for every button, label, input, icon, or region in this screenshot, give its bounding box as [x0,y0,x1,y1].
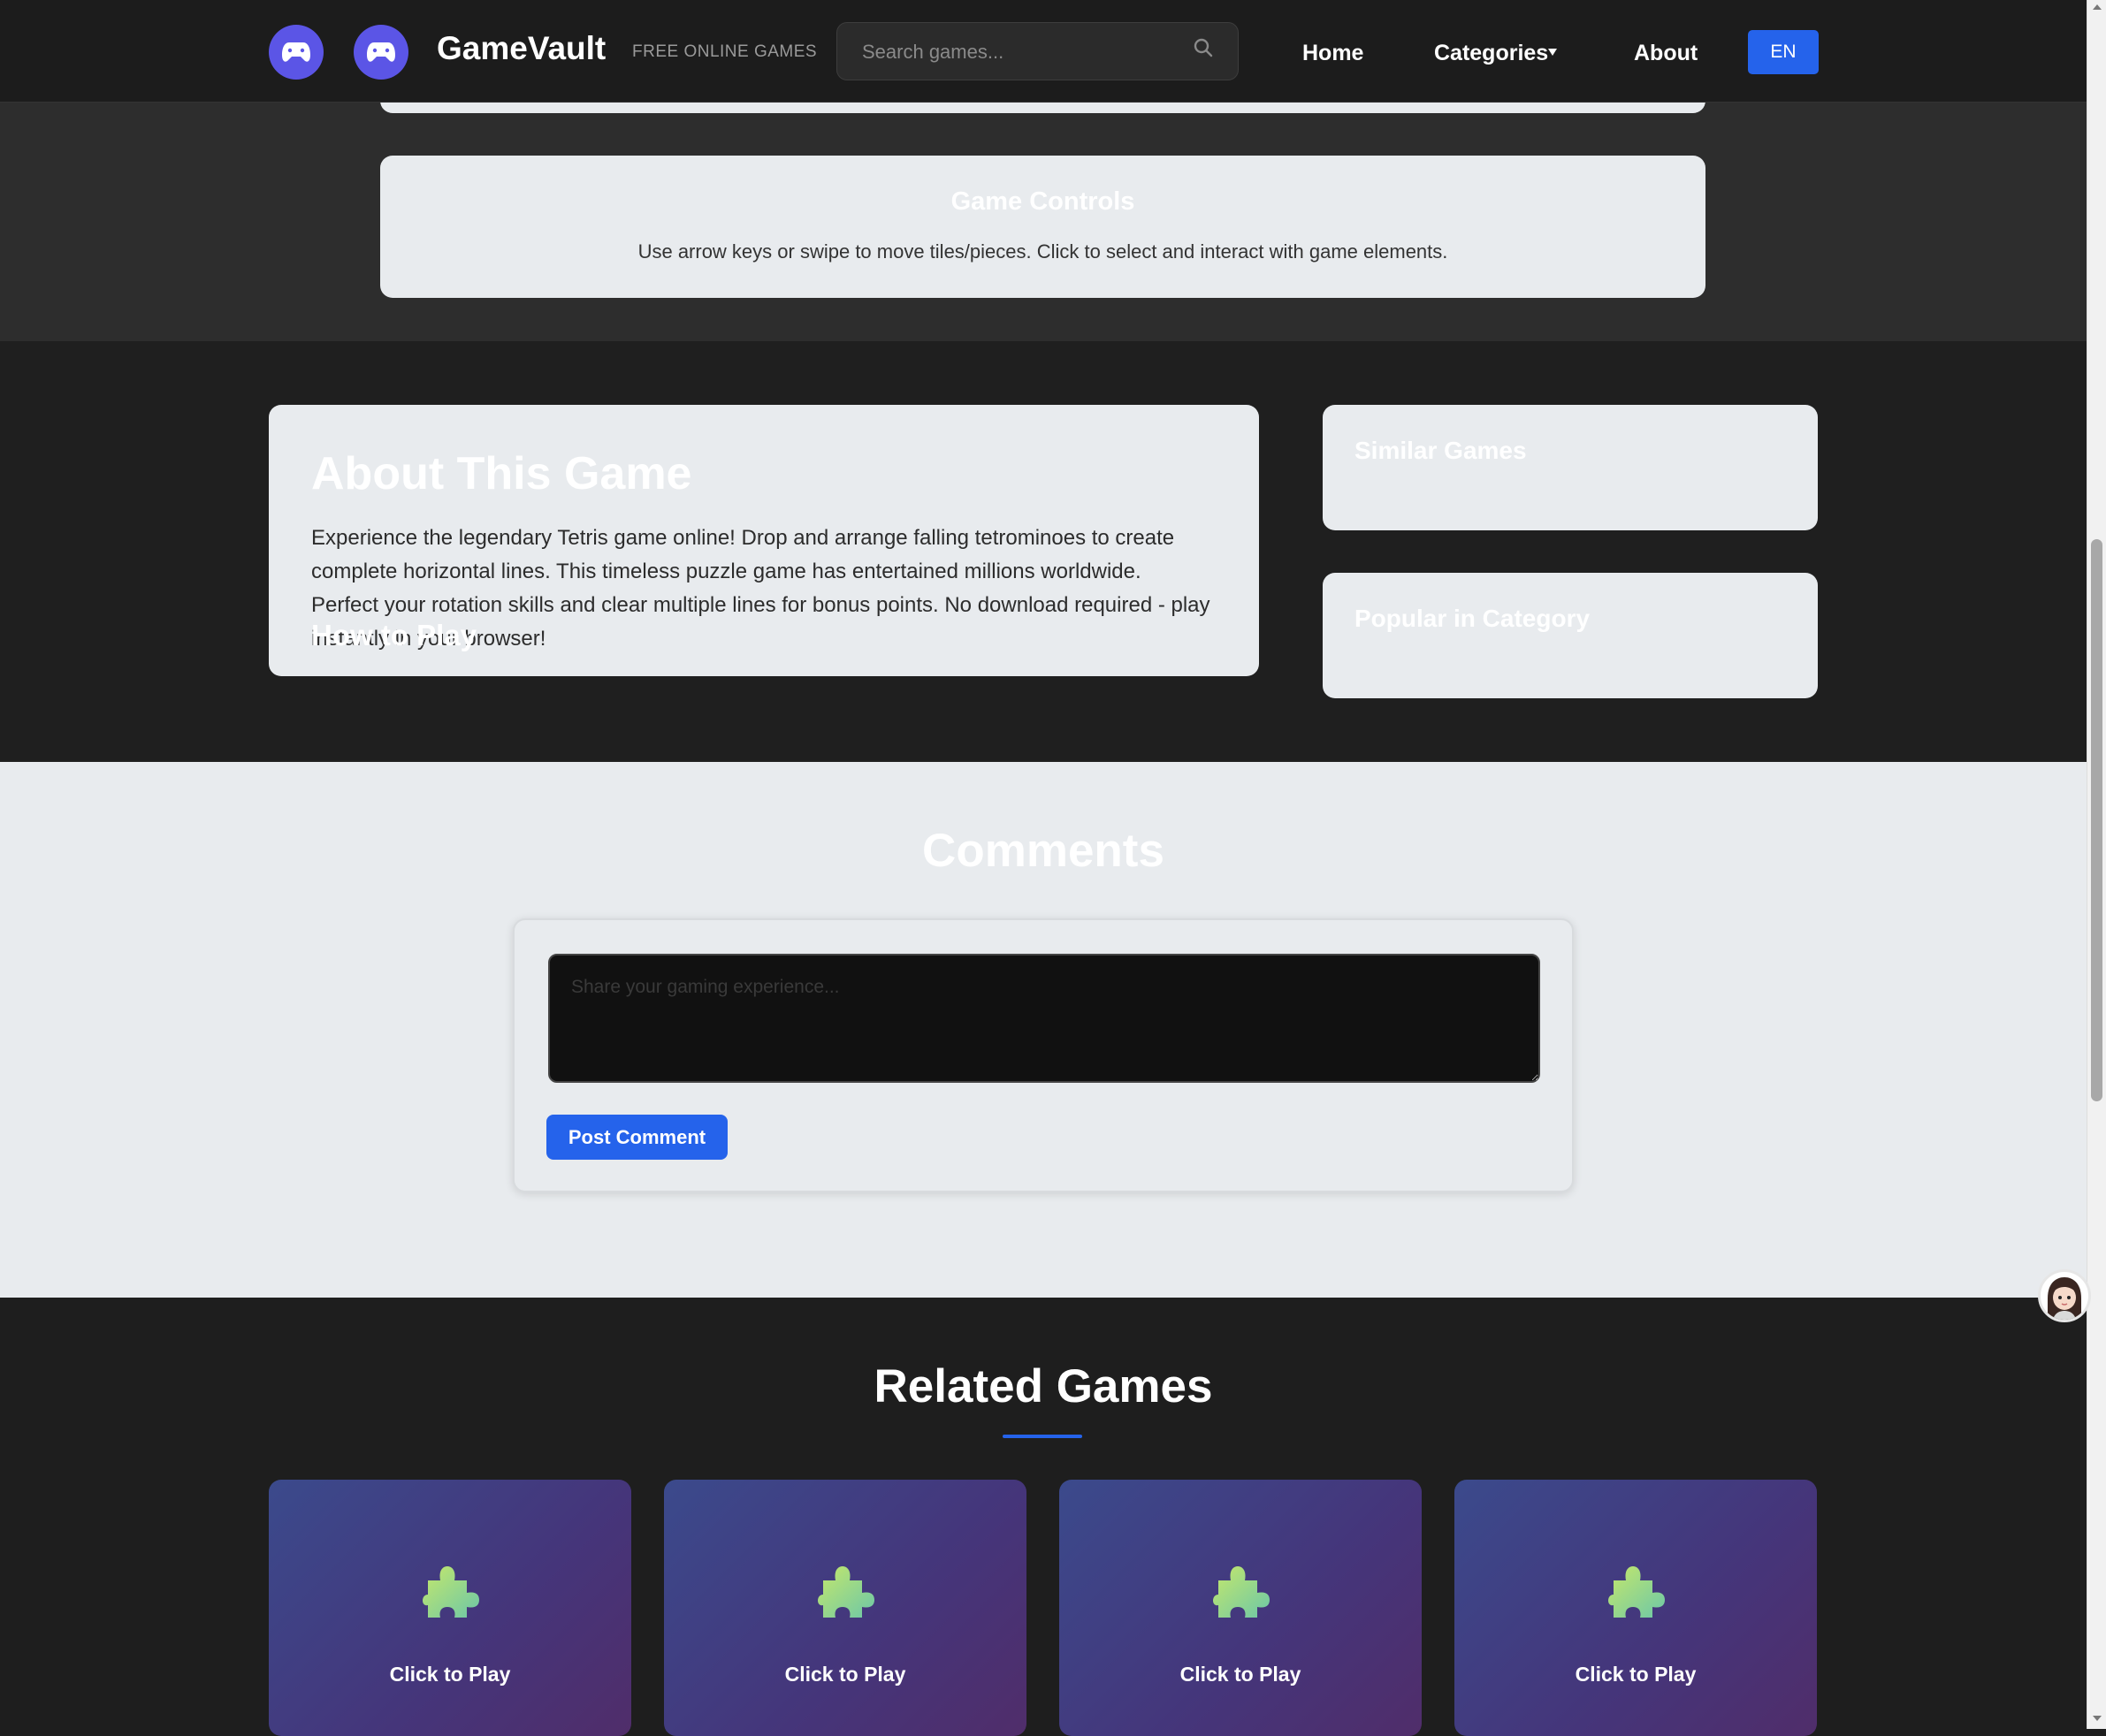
post-comment-button[interactable]: Post Comment [546,1115,728,1160]
related-game-card[interactable]: Click to Play [664,1480,1026,1736]
controls-title: Game Controls [950,187,1135,216]
related-games-section: Related Games Click to Play Click to Pla… [0,1298,2087,1736]
popular-category-title: Popular in Category [1354,605,1591,632]
comments-title: Comments [922,825,1164,877]
site-header: GameVault FREE ONLINE GAMES Home Categor… [0,0,2087,103]
puzzle-piece-icon [423,1566,479,1618]
about-card: About This Game Experience the legendary… [269,405,1259,676]
click-to-play-label: Click to Play [389,1663,511,1686]
search-input[interactable] [860,39,1179,65]
search-icon[interactable] [1193,37,1214,58]
gamepad-icon[interactable] [354,25,408,80]
title-underline [1003,1435,1082,1438]
scrollbar-thumb[interactable] [2091,539,2102,1101]
related-game-card[interactable]: Click to Play [1059,1480,1422,1736]
scroll-up-icon[interactable] [2093,4,2102,11]
gamepad-logo-icon[interactable] [269,25,324,80]
comments-section: Comments Post Comment [0,762,2087,1298]
assistant-avatar[interactable] [2038,1269,2091,1322]
nav-home[interactable]: Home [1302,41,1363,66]
controls-text: Use arrow keys or swipe to move tiles/pi… [637,240,1448,263]
puzzle-piece-icon [1608,1566,1665,1618]
comment-textarea[interactable] [548,954,1540,1083]
page-scrollbar[interactable] [2087,0,2106,1729]
brand-name[interactable]: GameVault [437,30,606,67]
related-games-title: Related Games [874,1360,1213,1412]
nav-about[interactable]: About [1634,41,1698,66]
puzzle-piece-icon [1213,1566,1270,1618]
brand-tagline: FREE ONLINE GAMES [632,42,818,61]
search-bar[interactable] [836,22,1239,80]
click-to-play-label: Click to Play [1575,1663,1697,1686]
language-button[interactable]: EN [1748,30,1819,74]
related-game-card[interactable]: Click to Play [1454,1480,1817,1736]
about-title: About This Game [311,448,692,499]
click-to-play-label: Click to Play [784,1663,906,1686]
comment-form: Post Comment [513,918,1574,1192]
popular-category-card: Popular in Category [1323,573,1818,698]
game-controls-card: Game Controls Use arrow keys or swipe to… [380,156,1705,298]
scroll-down-icon[interactable] [2093,1715,2102,1722]
related-game-card[interactable]: Click to Play [269,1480,631,1736]
how-to-play-title: How to Play [311,619,477,651]
chevron-down-icon[interactable] [1547,48,1558,57]
nav-categories[interactable]: Categories [1434,41,1548,66]
similar-games-card: Similar Games [1323,405,1818,530]
similar-games-title: Similar Games [1354,437,1527,464]
click-to-play-label: Click to Play [1179,1663,1301,1686]
puzzle-piece-icon [818,1566,874,1618]
